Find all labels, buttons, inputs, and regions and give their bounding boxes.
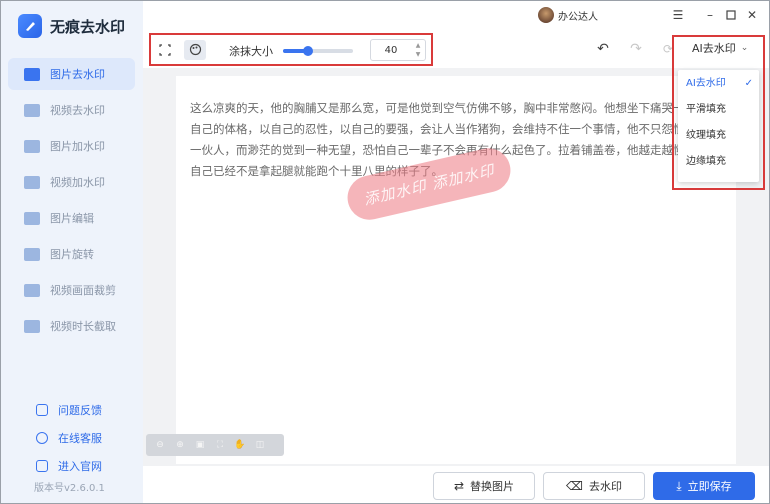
website-icon [36,460,48,472]
sidebar-item-label: 图片旋转 [50,248,94,261]
sidebar-item-label: 图片加水印 [50,140,105,153]
zoom-in-icon[interactable]: ⊕ [172,437,188,453]
user-name: 办公达人 [558,11,598,23]
sidebar-item-image-remove-watermark[interactable]: 图片去水印 [8,58,135,90]
sidebar-nav: 图片去水印 视频去水印 图片加水印 视频加水印 图片编辑 图片旋转 视频画面裁剪… [8,58,135,346]
stepper-arrows-icon[interactable]: ▲ ▼ [413,41,423,59]
mode-option-edge[interactable]: 边缘填充 [678,150,759,174]
mode-option-label: AI去水印 [686,78,726,89]
sidebar-footer: 问题反馈 在线客服 进入官网 [36,396,102,480]
remove-watermark-label: 去水印 [588,480,622,493]
image-icon [24,67,40,81]
feedback-link[interactable]: 问题反馈 [36,396,102,424]
compare-icon[interactable]: ◫ [252,437,268,453]
eraser-icon: ⌫ [566,479,583,493]
mode-option-label: 纹理填充 [686,130,726,141]
hand-icon[interactable]: ✋ [232,437,248,453]
app-title: 无痕去水印 [50,17,126,36]
brush-size-slider[interactable] [283,46,353,56]
replace-image-button[interactable]: ⇄ 替换图片 [433,472,535,500]
fit-icon[interactable]: ▣ [192,437,208,453]
brush-size-input[interactable] [371,40,411,60]
maximize-icon[interactable] [723,7,739,23]
video-add-icon [24,175,40,189]
sidebar-item-label: 视频加水印 [50,176,105,189]
mode-select-value: AI去水印 [692,42,736,55]
sidebar-item-video-crop[interactable]: 视频画面裁剪 [8,274,135,306]
app-logo: 无痕去水印 [18,14,125,38]
close-icon[interactable]: ✕ [744,7,760,23]
feedback-icon [36,404,48,416]
download-icon: ⤓ [676,478,682,493]
image-edit-icon [24,211,40,225]
brush-size-stepper[interactable]: ▲▼ [370,39,426,61]
mode-option-smooth[interactable]: 平滑填充 [678,98,759,122]
brush-size-slider-thumb[interactable] [302,46,313,56]
version-text: 版本号v2.6.0.1 [34,483,105,494]
mode-option-label: 边缘填充 [686,156,726,167]
replace-image-label: 替换图片 [470,480,515,493]
avatar [538,7,554,23]
sidebar-item-image-rotate[interactable]: 图片旋转 [8,238,135,270]
website-label: 进入官网 [58,460,102,473]
online-service-link[interactable]: 在线客服 [36,424,102,452]
brush-toolbar: 涂抹大小 ▲▼ [149,33,433,66]
sidebar-item-video-trim[interactable]: 视频时长截取 [8,310,135,342]
video-icon [24,103,40,117]
save-button[interactable]: ⤓ 立即保存 [653,472,755,500]
zoom-controls: ⊖ ⊕ ▣ ⛶ ✋ ◫ [146,434,284,456]
mode-option-ai[interactable]: AI去水印 ✓ [678,72,759,96]
image-add-icon [24,139,40,153]
user-profile[interactable]: 办公达人 [538,7,598,23]
image-preview[interactable]: 这么凉爽的天，他的胸脯又是那么宽，可是他觉到空气仿佛不够，胸中非常憋闷。他想坐下… [176,76,736,464]
menu-icon[interactable]: ☰ [670,7,686,23]
check-icon: ✓ [744,78,753,89]
brush-size-label: 涂抹大小 [229,45,273,58]
document-line: 自己的体格，以自己的忍性，以自己的要强，会让人当作猪狗，会维持不住一个事情，他不… [190,122,685,136]
sidebar: 无痕去水印 图片去水印 视频去水印 图片加水印 视频加水印 图片编辑 图片旋转 … [0,0,143,504]
sidebar-item-image-edit[interactable]: 图片编辑 [8,202,135,234]
sidebar-item-video-remove-watermark[interactable]: 视频去水印 [8,94,135,126]
mode-option-texture[interactable]: 纹理填充 [678,124,759,148]
save-label: 立即保存 [687,480,732,493]
mode-select[interactable]: AI去水印 ⌄ [676,38,748,58]
minimize-icon[interactable]: – [702,7,718,23]
sidebar-item-image-add-watermark[interactable]: 图片加水印 [8,130,135,162]
document-line: 这么凉爽的天，他的胸脯又是那么宽，可是他觉到空气仿佛不够，胸中非常憋闷。他想坐下… [190,101,685,115]
remove-watermark-button[interactable]: ⌫ 去水印 [543,472,645,500]
chevron-down-icon: ⌄ [740,43,749,53]
title-bar: 办公达人 ☰ – ✕ [143,0,770,30]
undo-icon[interactable]: ↶ [592,38,614,60]
mode-dropdown: AI去水印 ✓ 平滑填充 纹理填充 边缘填充 [678,70,759,182]
feedback-label: 问题反馈 [58,404,102,417]
website-link[interactable]: 进入官网 [36,452,102,480]
mode-option-label: 平滑填充 [686,104,726,115]
sidebar-item-label: 图片去水印 [50,68,105,81]
trim-icon [24,319,40,333]
brush-icon[interactable] [184,40,206,60]
rotate-icon [24,247,40,261]
fullscreen-icon[interactable]: ⛶ [212,437,228,453]
online-service-label: 在线客服 [58,432,102,445]
sidebar-item-video-add-watermark[interactable]: 视频加水印 [8,166,135,198]
zoom-out-icon[interactable]: ⊖ [152,437,168,453]
sidebar-item-label: 视频去水印 [50,104,105,117]
rect-select-icon[interactable] [154,40,176,60]
sidebar-item-label: 视频画面裁剪 [50,284,116,297]
sidebar-item-label: 视频时长截取 [50,320,116,333]
headset-icon [36,432,48,444]
sidebar-item-label: 图片编辑 [50,212,94,225]
app-logo-icon [18,14,42,38]
redo-icon[interactable]: ↷ [625,38,647,60]
replace-icon: ⇄ [453,479,465,493]
crop-icon [24,283,40,297]
